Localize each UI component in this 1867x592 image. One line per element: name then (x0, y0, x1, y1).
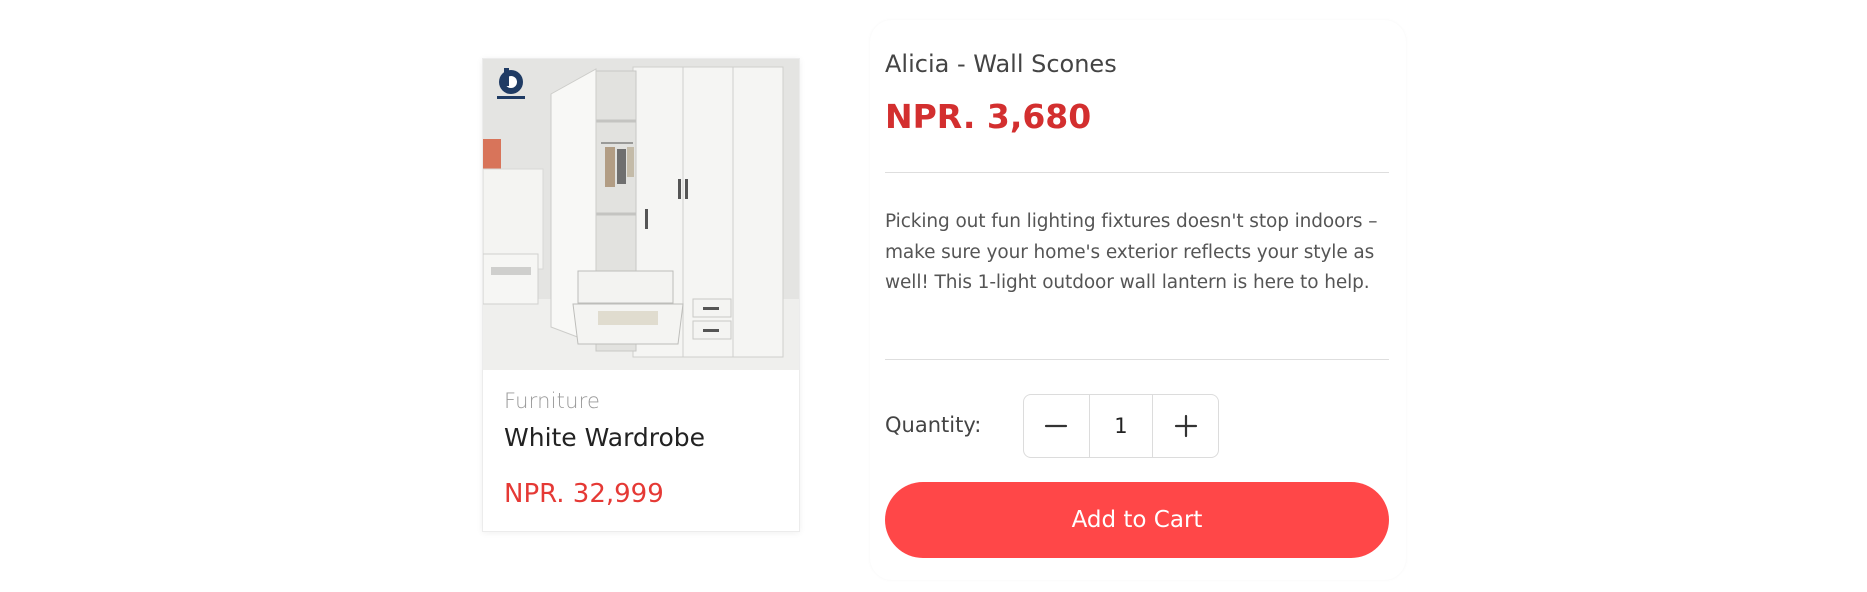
quantity-input[interactable]: 1 (1088, 395, 1154, 457)
product-category: Furniture (504, 389, 601, 413)
decrease-quantity-button[interactable] (1024, 395, 1089, 457)
product-card[interactable]: Furniture White Wardrobe NPR. 32,999 (482, 58, 800, 532)
plus-icon (1174, 414, 1197, 438)
product-description: Picking out fun lighting fixtures doesn'… (885, 211, 1378, 293)
quantity-label: Quantity: (885, 413, 982, 437)
increase-quantity-button[interactable] (1153, 395, 1218, 457)
product-image[interactable] (483, 59, 800, 370)
minus-icon (1045, 424, 1068, 428)
add-to-cart-button[interactable]: Add to Cart (885, 482, 1389, 558)
divider (885, 359, 1389, 360)
product-card-price: NPR. 32,999 (504, 479, 664, 509)
product-card-title[interactable]: White Wardrobe (504, 423, 705, 452)
product-detail-price: NPR. 3,680 (885, 97, 1092, 136)
quantity-stepper: 1 (1023, 394, 1219, 458)
divider (885, 172, 1389, 173)
page: Furniture White Wardrobe NPR. 32,999 Ali… (0, 0, 1867, 592)
product-detail-title: Alicia - Wall Scones (885, 50, 1117, 78)
